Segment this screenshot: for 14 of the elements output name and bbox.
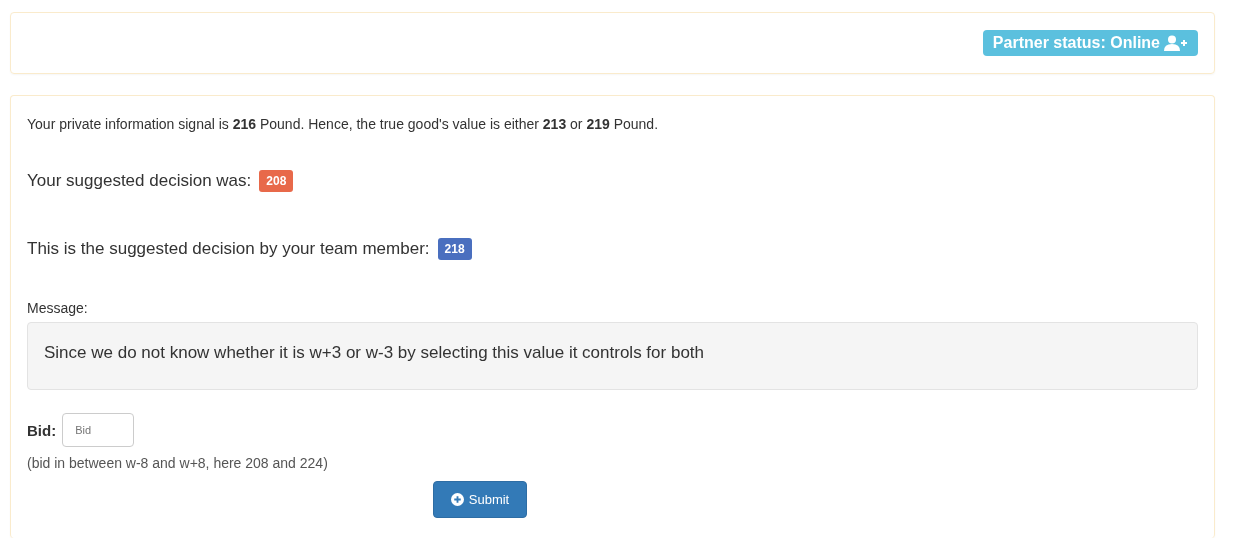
decision-value: 208 <box>259 170 294 192</box>
bid-label: Bid: <box>27 421 57 439</box>
message-text: Since we do not know whether it is w+3 or w-3 by selecting this value it controls for both <box>27 322 1198 390</box>
bid-hint: (bid in between w-8 and w+8, here 208 and 224) <box>27 455 329 471</box>
submit-button[interactable]: Submit <box>433 481 527 518</box>
decision-label: Your suggested decision was: <box>27 171 252 191</box>
user-plus-icon <box>1164 35 1188 51</box>
info-text: Your private information signal is 216 Pound. Hence, the true good's value is either 213 or 219 Pound. <box>27 116 660 132</box>
message-label: Message: <box>27 300 89 316</box>
partner-status-badge: Partner status: Online <box>982 30 1198 56</box>
bid-input[interactable]: Bid <box>62 413 135 447</box>
decision-label: This is the suggested decision by your team member: <box>27 239 430 259</box>
decision-value: 218 <box>437 238 472 260</box>
plus-circle-icon <box>450 493 464 506</box>
